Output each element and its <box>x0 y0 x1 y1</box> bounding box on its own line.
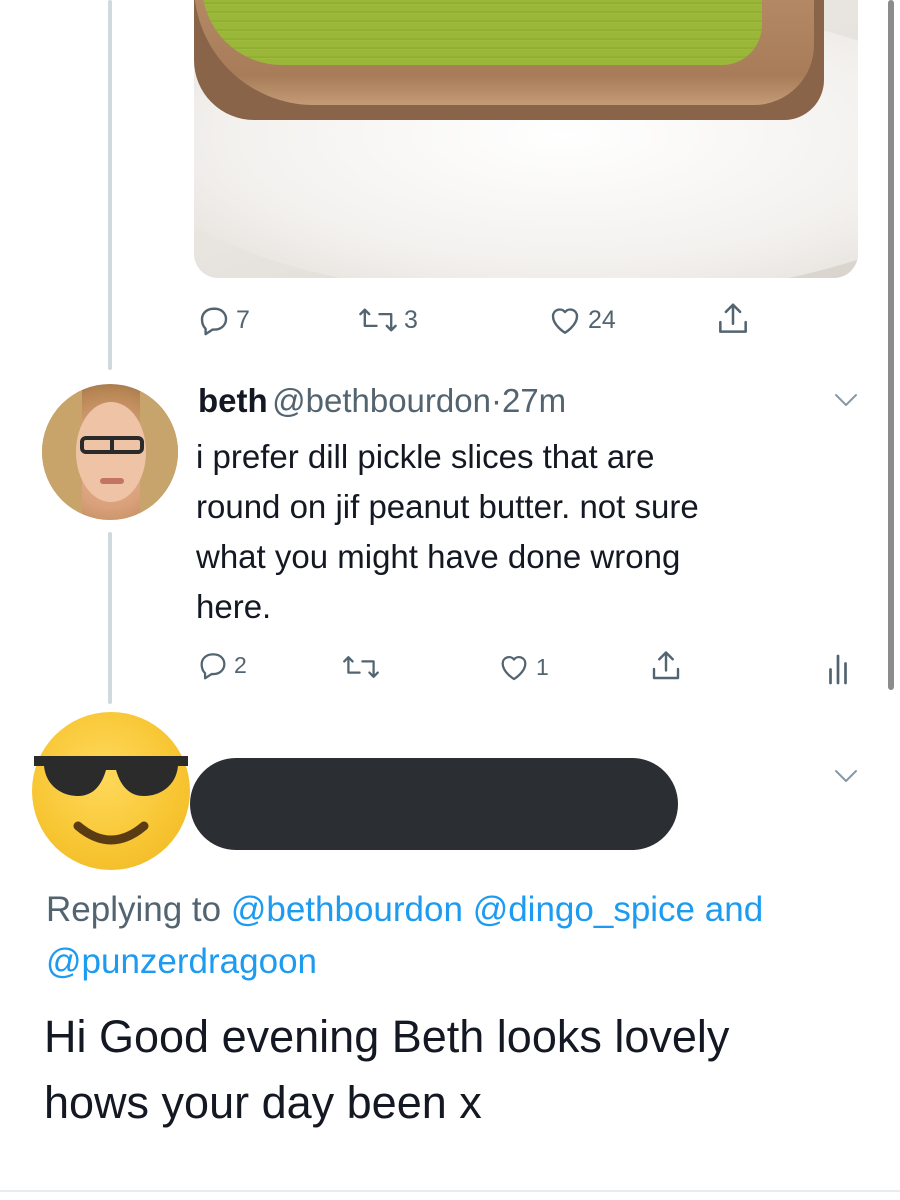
replying-prefix: Replying to <box>46 890 222 929</box>
share-icon <box>648 648 684 684</box>
sunglasses-emoji-icon <box>34 756 188 845</box>
retweet-button[interactable]: 3 <box>356 302 418 338</box>
avatar-beth[interactable] <box>42 384 178 520</box>
reply-count: 7 <box>236 305 250 334</box>
tweet-text-line: here. <box>196 588 272 625</box>
scrollbar[interactable] <box>888 0 894 690</box>
time-separator: · <box>490 382 502 419</box>
heart-icon <box>546 302 584 338</box>
analytics-button[interactable] <box>826 650 850 686</box>
like-count: 24 <box>588 305 616 334</box>
mention-link[interactable]: @bethbourdon <box>231 890 463 929</box>
glasses <box>80 436 144 454</box>
avatar-sunglasses-emoji[interactable] <box>32 712 190 870</box>
tweet-text-line: i prefer dill pickle slices that are <box>196 438 655 475</box>
share-icon <box>714 300 752 338</box>
author-handle[interactable]: @bethbourdon <box>272 382 491 419</box>
retweet-icon <box>340 650 382 684</box>
analytics-icon <box>826 650 850 686</box>
replying-to: Replying to @bethbourdon @dingo_spice an… <box>46 884 866 988</box>
divider <box>0 1190 900 1192</box>
pickle-image <box>202 0 762 65</box>
tweet-text-line: hows your day been x <box>44 1077 482 1128</box>
mention-link[interactable]: @punzerdragoon <box>46 942 317 981</box>
retweet-icon <box>356 302 400 338</box>
tweet-text-line: round on jif peanut butter. not sure <box>196 488 699 525</box>
reply-icon <box>196 302 232 338</box>
reply-button[interactable]: 2 <box>196 648 247 682</box>
like-button[interactable]: 24 <box>546 302 616 338</box>
share-button[interactable] <box>714 300 752 338</box>
tweet-text-line: Hi Good evening Beth looks lovely <box>44 1011 730 1062</box>
tweet-body: i prefer dill pickle slices that are rou… <box>196 432 856 632</box>
chevron-down-icon[interactable] <box>832 390 860 415</box>
retweet-button[interactable] <box>340 650 386 684</box>
tweet-photo[interactable] <box>194 0 858 278</box>
tweet-text-line: what you might have done wrong <box>196 538 681 575</box>
mention-link[interactable]: @dingo_spice <box>473 890 695 929</box>
reply-count: 2 <box>234 651 247 678</box>
thread-line-top <box>108 0 112 370</box>
like-count: 1 <box>536 653 549 680</box>
tweet-header: beth @bethbourdon·27m <box>198 382 566 420</box>
share-button[interactable] <box>648 648 684 684</box>
mouth <box>100 478 124 484</box>
tweet-time[interactable]: 27m <box>502 382 566 419</box>
chevron-down-icon[interactable] <box>832 766 860 791</box>
heart-icon <box>496 650 532 684</box>
tweet-body: Hi Good evening Beth looks lovely hows y… <box>44 1004 874 1136</box>
redacted-author <box>190 758 678 850</box>
reply-button[interactable]: 7 <box>196 302 250 338</box>
replying-and: and <box>704 890 764 929</box>
reply-icon <box>196 648 230 682</box>
author-name[interactable]: beth <box>198 382 268 419</box>
like-button[interactable]: 1 <box>496 650 549 684</box>
thread-line-middle <box>108 532 112 704</box>
retweet-count: 3 <box>404 305 418 334</box>
